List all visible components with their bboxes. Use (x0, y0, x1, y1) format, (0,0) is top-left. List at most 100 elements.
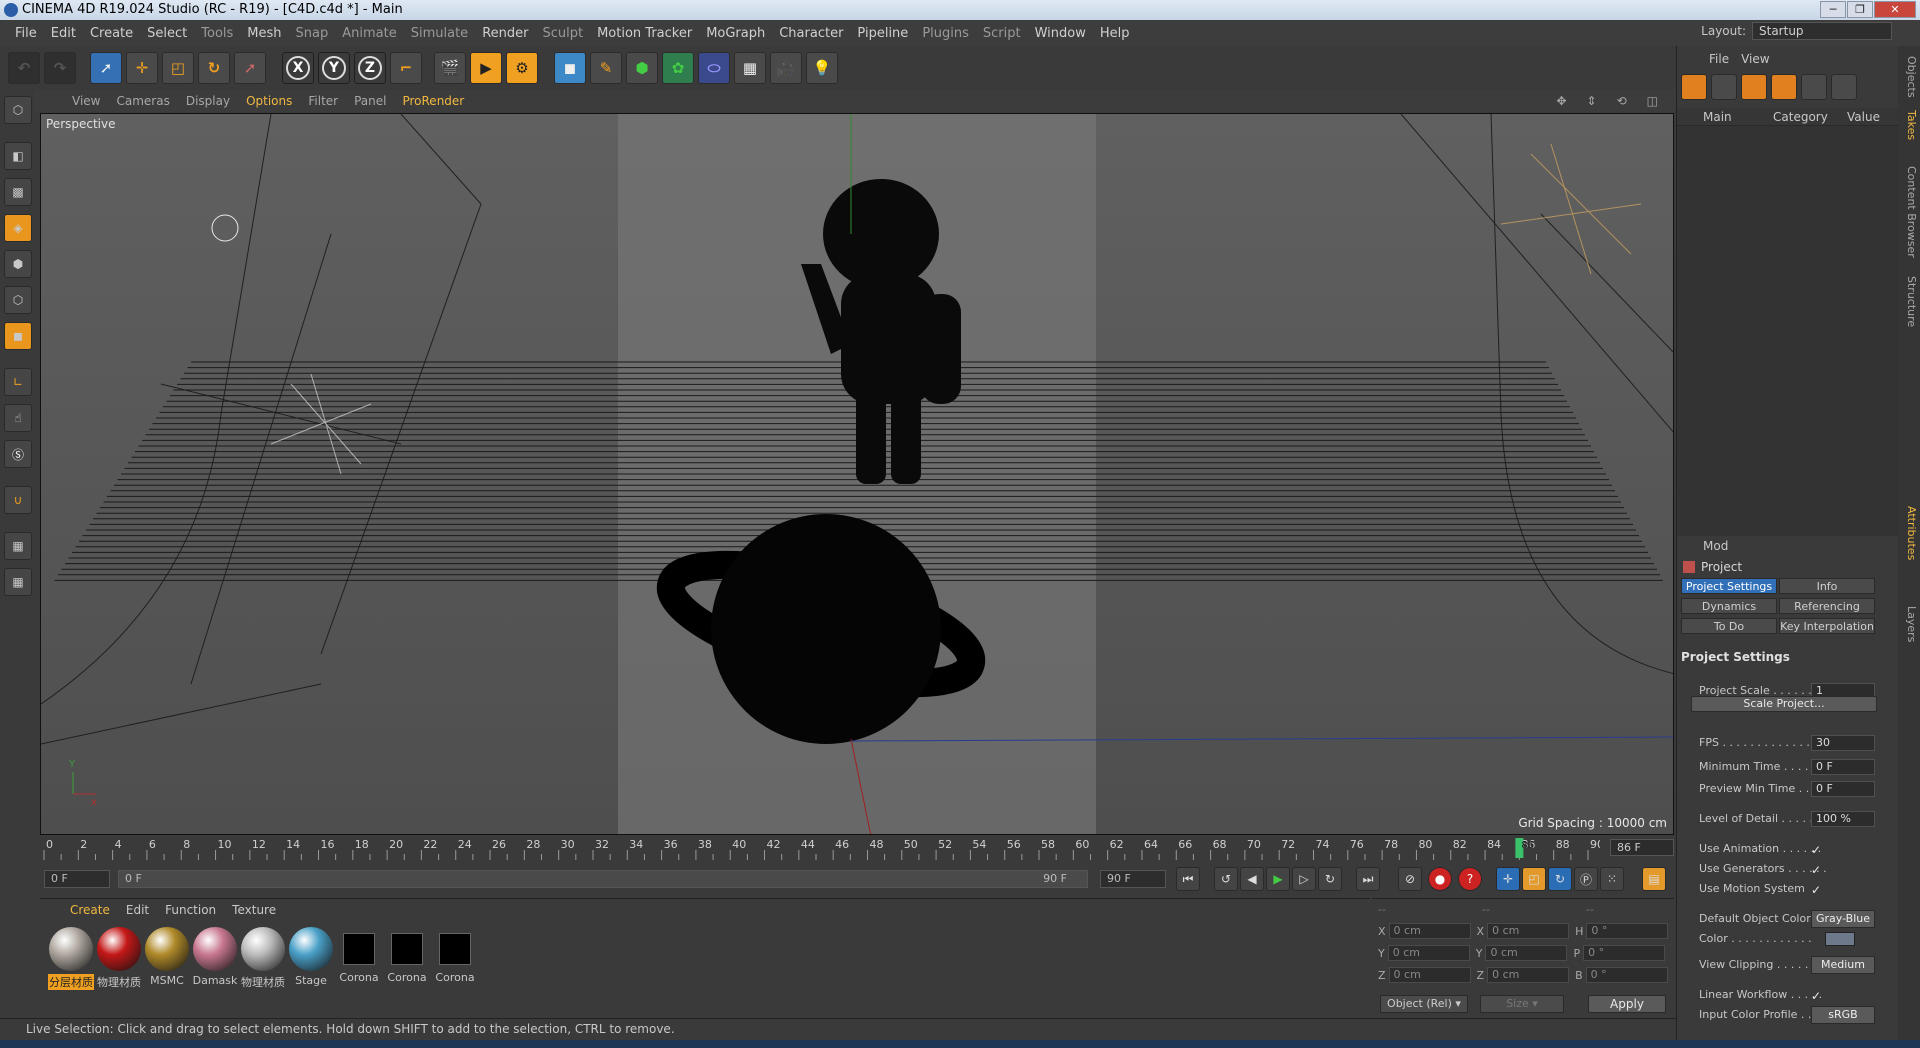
side-tab-content-browser[interactable]: Content Browser (1900, 166, 1918, 258)
material-swatch[interactable]: Stage (288, 927, 334, 989)
viewport-menu-prorender[interactable]: ProRender (394, 94, 472, 108)
take-list[interactable] (1677, 126, 1898, 552)
undo-icon[interactable]: ↶ (8, 52, 40, 84)
render-view-icon[interactable]: 🎬 (434, 52, 466, 84)
material-swatch[interactable]: 物理材质 (96, 927, 142, 989)
timeline-window-icon[interactable]: ▤ (1642, 867, 1666, 891)
timeline-ruler[interactable]: 0 2 4 6 8 10 12 14 16 18 20 22 24 26 28 30 32 34 36 38 40 42 4… (40, 836, 1676, 860)
material-swatch[interactable]: 物理材质 (240, 927, 286, 989)
texture-mode-icon[interactable]: ▩ (4, 178, 32, 206)
attr-value-field[interactable]: 0 F (1811, 759, 1875, 775)
material-swatch[interactable]: Corona (336, 927, 382, 989)
key-parameter-icon[interactable]: Ⓟ (1574, 867, 1598, 891)
attr-value-field[interactable]: 100 % (1811, 811, 1875, 827)
enable-axis-icon[interactable]: ∟ (4, 368, 32, 396)
apply-button[interactable]: Apply (1588, 995, 1666, 1013)
coord-field[interactable]: 0 cm (1388, 967, 1471, 983)
menu-snap[interactable]: Snap (289, 26, 336, 41)
material-swatch[interactable]: Damask (192, 927, 238, 989)
menu-animate[interactable]: Animate (335, 26, 403, 41)
close-button[interactable]: ✕ (1874, 1, 1916, 18)
size-mode-dropdown[interactable]: Size ▾ (1480, 995, 1564, 1013)
menu-motion-tracker[interactable]: Motion Tracker (590, 26, 699, 41)
attr-dropdown[interactable]: sRGB (1811, 1006, 1875, 1024)
take-settings-icon[interactable] (1831, 74, 1857, 100)
key-pla-icon[interactable]: ⁙ (1600, 867, 1624, 891)
planar-workplane-icon[interactable]: ▦ (4, 568, 32, 596)
key-rotation-icon[interactable]: ↻ (1548, 867, 1572, 891)
menu-window[interactable]: Window (1028, 26, 1093, 41)
coord-field[interactable]: 0 cm (1388, 923, 1471, 939)
take-override-icon[interactable] (1711, 74, 1737, 100)
side-tab-objects[interactable]: Objects (1900, 56, 1918, 98)
next-key-icon[interactable]: ↻ (1318, 867, 1342, 891)
coord-field[interactable]: 0 cm (1387, 945, 1470, 961)
model-mode-icon[interactable]: ◧ (4, 142, 32, 170)
attr-checkbox[interactable]: ✓ (1811, 881, 1821, 899)
x-axis-lock-button[interactable]: X (282, 52, 314, 84)
menu-mograph[interactable]: MoGraph (699, 26, 772, 41)
menu-sculpt[interactable]: Sculpt (535, 26, 590, 41)
coord-field[interactable]: 0 cm (1487, 923, 1570, 939)
cube-icon[interactable]: ◼ (554, 52, 586, 84)
coord-field[interactable]: 0 cm (1487, 967, 1570, 983)
y-axis-lock-button[interactable]: Y (318, 52, 350, 84)
scale-project-button[interactable]: Scale Project... (1691, 696, 1877, 712)
menu-character[interactable]: Character (772, 26, 850, 41)
take-render-icon[interactable] (1801, 74, 1827, 100)
material-menu-create[interactable]: Create (62, 903, 118, 917)
dolly-view-icon[interactable]: ⇕ (1579, 94, 1605, 108)
record-keys-icon[interactable]: ● (1428, 867, 1452, 891)
object-menu-view[interactable]: View (1735, 52, 1775, 66)
menu-script[interactable]: Script (976, 26, 1028, 41)
make-editable-icon[interactable]: ⬡ (4, 96, 32, 124)
viewport-menu-options[interactable]: Options (238, 94, 300, 108)
menu-tools[interactable]: Tools (194, 26, 240, 41)
viewport-menu-display[interactable]: Display (178, 94, 238, 108)
add-take-icon[interactable] (1681, 74, 1707, 100)
polygons-mode-icon[interactable]: ◼ (4, 322, 32, 350)
workplane-mode-icon[interactable]: ◈ (4, 214, 32, 242)
timeline-ticks[interactable]: 0 2 4 6 8 10 12 14 16 18 20 22 24 26 28 30 32 34 36 38 40 42 4… (40, 836, 1600, 860)
menu-edit[interactable]: Edit (44, 26, 83, 41)
layout-dropdown[interactable]: Startup (1752, 22, 1892, 40)
menu-plugins[interactable]: Plugins (915, 26, 976, 41)
coord-field[interactable]: 0 ° (1586, 923, 1669, 939)
attr-mode-menu[interactable]: Mod (1703, 539, 1728, 553)
material-menu-texture[interactable]: Texture (224, 903, 284, 917)
attr-dropdown[interactable]: Gray-Blue (1811, 910, 1875, 928)
play-forward-icon[interactable]: ▶ (1266, 867, 1290, 891)
recent-tool-icon[interactable]: ➚ (234, 52, 266, 84)
render-picture-viewer-icon[interactable]: ▶ (470, 52, 502, 84)
toggle-layout-icon[interactable]: ◫ (1639, 94, 1666, 108)
material-swatch[interactable]: 分层材质 (48, 927, 94, 990)
maximize-button[interactable]: ❐ (1847, 1, 1873, 18)
attr-value-field[interactable]: 30 (1811, 735, 1875, 751)
menu-file[interactable]: File (8, 26, 44, 41)
autokey-off-icon[interactable]: ⊘ (1398, 867, 1422, 891)
redo-icon[interactable]: ↷ (44, 52, 76, 84)
key-scale-icon[interactable]: ◰ (1522, 867, 1546, 891)
menu-help[interactable]: Help (1093, 26, 1137, 41)
lock-workplane-icon[interactable]: ▦ (4, 532, 32, 560)
coordinate-system-icon[interactable]: ⌐ (390, 52, 422, 84)
deformer-icon[interactable]: ⬭ (698, 52, 730, 84)
cloner-icon[interactable]: ✿ (662, 52, 694, 84)
light-icon[interactable]: 💡 (806, 52, 838, 84)
edges-mode-icon[interactable]: ⬡ (4, 286, 32, 314)
material-menu-edit[interactable]: Edit (118, 903, 157, 917)
pen-spline-icon[interactable]: ✎ (590, 52, 622, 84)
next-frame-icon[interactable]: ▷ (1292, 867, 1316, 891)
side-tab-attributes[interactable]: Attributes (1900, 506, 1918, 560)
side-tab-structure[interactable]: Structure (1900, 276, 1918, 327)
tab-info[interactable]: Info (1779, 578, 1875, 594)
points-mode-icon[interactable]: ⬢ (4, 250, 32, 278)
material-swatch[interactable]: MSMC (144, 927, 190, 989)
previous-frame-icon[interactable]: ◀ (1240, 867, 1264, 891)
timeline-end-field[interactable]: 86 F (1610, 839, 1674, 856)
scale-icon[interactable]: ◰ (162, 52, 194, 84)
subdivision-icon[interactable]: ⬢ (626, 52, 658, 84)
end-frame-field[interactable]: 90 F (1100, 870, 1166, 888)
move-view-icon[interactable]: ✥ (1548, 94, 1574, 108)
color-swatch[interactable] (1825, 932, 1855, 946)
